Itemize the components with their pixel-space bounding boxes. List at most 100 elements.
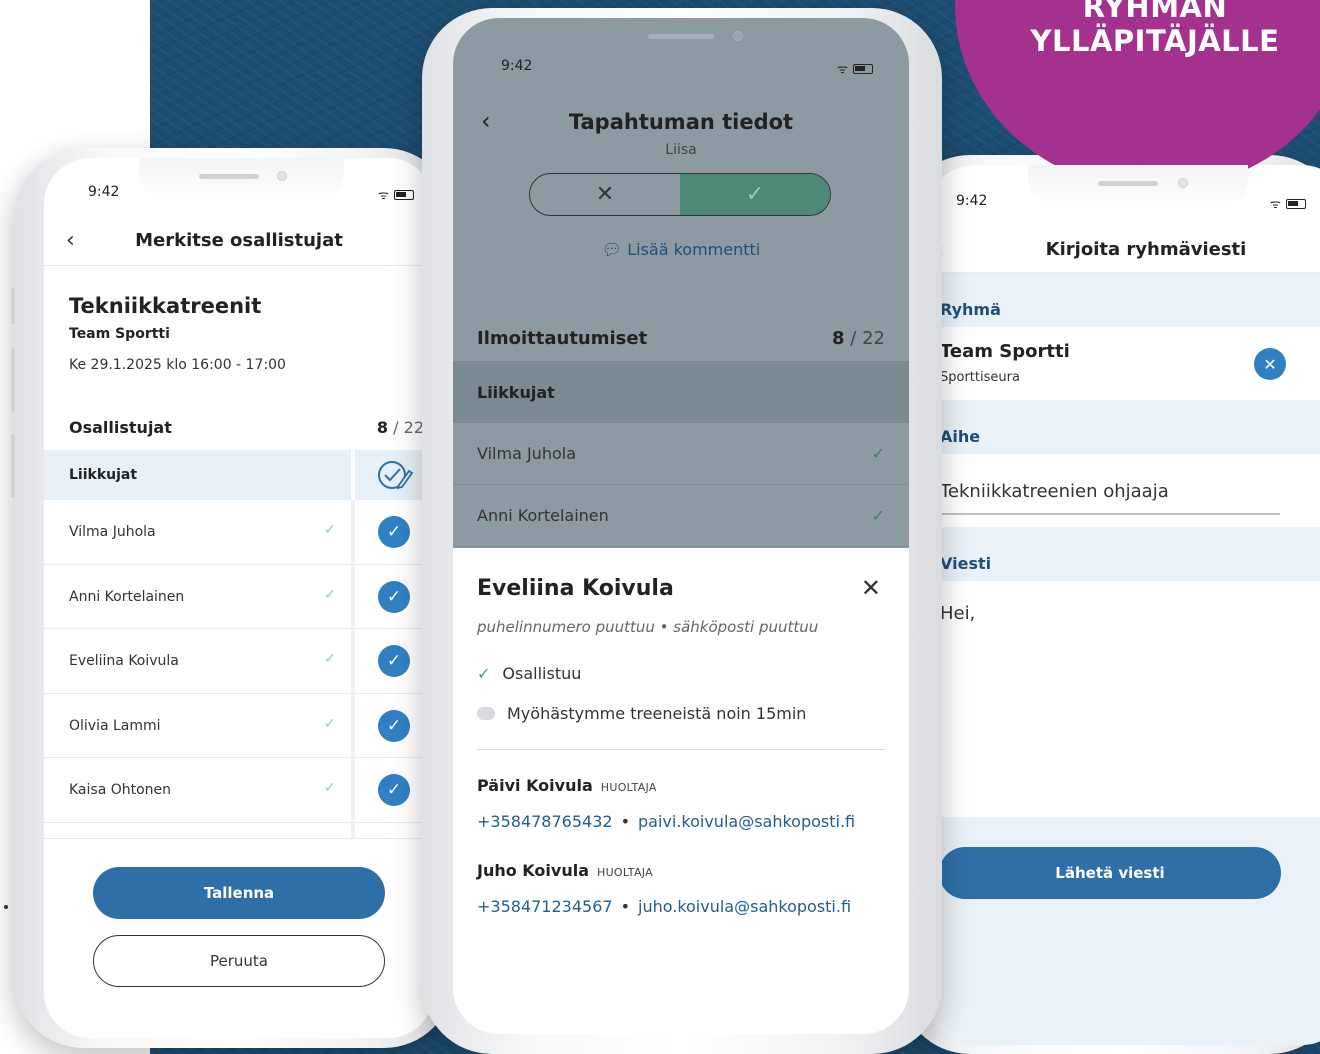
speaker — [1098, 181, 1158, 186]
member-name: Olivia Lammi — [69, 717, 161, 734]
close-icon[interactable]: ✕ — [861, 574, 881, 602]
checkbox-checked[interactable]: ✓ — [378, 580, 410, 613]
status-icons: ᯤ — [837, 60, 873, 77]
subject-section-label: Aihe — [928, 400, 1320, 454]
guardian-name: Päivi Koivula HUOLTAJA — [477, 776, 657, 795]
missing-info: puhelinnumero puuttuu • sähköposti puutt… — [477, 618, 819, 636]
cancel-button[interactable]: Peruuta — [93, 935, 385, 987]
group-subtitle: Sporttiseura — [940, 370, 1020, 385]
wifi-icon: ᯤ — [378, 188, 389, 202]
guardian-contact: +358471234567 • juho.koivula@sahkoposti.fi — [477, 897, 852, 916]
list-item[interactable]: Anni Kortelainen ✓ ✓ — [44, 564, 434, 629]
member-comment: Myöhästymme treeneistä noin 15min — [477, 704, 806, 723]
guardian-role: HUOLTAJA — [600, 781, 657, 794]
check-icon: ✓ — [324, 651, 336, 667]
close-icon[interactable]: ✕ — [530, 174, 680, 215]
badge-line-1: RYHMÄN — [1082, 0, 1228, 24]
registrations-header: Ilmoittautumiset 8 / 22 — [477, 328, 885, 349]
divider — [351, 500, 355, 564]
back-chevron-icon[interactable]: ‹ — [66, 228, 75, 253]
list-item[interactable]: Vilma Juhola ✓ ✓ — [44, 500, 434, 565]
check-icon: ✓ — [871, 506, 885, 525]
check-icon: ✓ — [324, 586, 336, 603]
send-message-button[interactable]: Lähetä viesti — [939, 847, 1281, 899]
list-item[interactable]: Olivia Lammi ✓ ✓ — [44, 693, 434, 758]
bullet-dot — [4, 905, 8, 909]
comment-icon — [477, 707, 495, 720]
check-icon[interactable]: ✓ — [680, 174, 830, 215]
group-row: Liikkujat — [44, 450, 351, 500]
remove-group-button[interactable]: ✕ — [1254, 348, 1286, 380]
list-item[interactable]: Eveliina Koivula ✓ ✓ — [44, 629, 434, 694]
page-title: Tapahtuman tiedot — [568, 110, 794, 134]
member-list: Vilma Juhola ✓ ✓ Anni Kortelainen ✓ ✓ Ev… — [44, 500, 434, 887]
phone-mark-attendance: 9:42 ᯤ ‹ Merkitse osallistujat Tekniikka… — [11, 148, 454, 1048]
list-item[interactable]: Anni Kortelainen ✓ — [453, 485, 909, 547]
member-name: Kaisa Ohtonen — [69, 782, 172, 798]
event-datetime: Ke 29.1.2025 klo 16:00 - 17:00 — [69, 357, 286, 373]
group-name: Team Sportti — [940, 341, 1070, 362]
checkbox-checked[interactable]: ✓ — [378, 774, 410, 806]
notch — [1028, 165, 1248, 209]
divider — [351, 693, 355, 757]
member-name: Anni Kortelainen — [477, 506, 609, 525]
side-button — [11, 434, 15, 498]
list-item[interactable]: Vilma Juhola ✓ — [453, 423, 909, 485]
badge-line-2: YLLÄPITÄJÄLLE — [1030, 24, 1280, 58]
check-icon: ✓ — [324, 522, 336, 538]
message-section-label: Viesti — [928, 527, 1320, 581]
event-team: Team Sportti — [69, 326, 170, 342]
status-icons: ᯤ — [1270, 195, 1306, 212]
battery-icon — [394, 189, 414, 200]
add-comment-link[interactable]: 💬︎ Lisää kommentti — [453, 240, 909, 259]
speaker — [648, 34, 714, 39]
comment-text: Myöhästymme treeneistä noin 15min — [507, 704, 807, 723]
status-icons: ᯤ — [378, 186, 414, 203]
participants-header: Osallistujat 8 / 22 — [69, 418, 424, 437]
side-button — [11, 288, 15, 324]
member-name-heading: Eveliina Koivula — [477, 576, 674, 601]
checkbox-checked[interactable]: ✓ — [378, 516, 410, 548]
divider — [351, 629, 355, 693]
camera — [1178, 178, 1188, 188]
event-title: Tekniikkatreenit — [69, 294, 262, 318]
notch — [139, 158, 344, 202]
checkbox-checked[interactable]: ✓ — [378, 709, 410, 742]
side-button — [11, 348, 15, 412]
subject-input[interactable]: Tekniikkatreenien ohjaaja — [940, 481, 1169, 502]
guardian-role: HUOLTAJA — [597, 866, 653, 879]
dimmed-background: ‹ Tapahtuman tiedot Liisa ✕ ✓ 💬︎ Lisää k… — [453, 18, 909, 548]
phone-link[interactable]: +358471234567 — [477, 897, 613, 916]
screen: 9:42 ᯤ ‹ Merkitse osallistujat Tekniikka… — [44, 158, 434, 1038]
page-title: Merkitse osallistujat — [135, 230, 343, 251]
phone-event-details: ‹ Tapahtuman tiedot Liisa ✕ ✓ 💬︎ Lisää k… — [422, 8, 942, 1054]
battery-icon — [1286, 198, 1306, 209]
save-button[interactable]: Tallenna — [93, 867, 385, 919]
header: ‹ Merkitse osallistujat — [44, 216, 434, 266]
guardian-contact: +358478765432 • paivi.koivula@sahkoposti.f… — [477, 812, 856, 831]
list-item[interactable]: Kaisa Ohtonen ✓ ✓ — [44, 758, 434, 823]
check-icon: ✓ — [324, 715, 336, 732]
registration-count: 8 / 22 — [832, 328, 885, 349]
message-textarea[interactable]: Hei, — [940, 603, 975, 624]
email-link[interactable]: paivi.koivula@sahkoposti.fi — [638, 812, 855, 831]
member-name: Eveliina Koivula — [69, 653, 179, 669]
comment-icon: 💬︎ — [601, 240, 628, 259]
check-icon: ✓ — [477, 664, 491, 683]
phone-group-message: 9:42 ᯤ ‹ Kirjoita ryhmäviesti Ryhmä Team… — [900, 155, 1320, 1054]
status-text: Osallistuu — [502, 664, 582, 683]
header: ‹ Kirjoita ryhmäviesti — [928, 227, 1320, 273]
member-name: Vilma Juhola — [69, 524, 156, 540]
attendance-toggle[interactable]: ✕ ✓ — [529, 173, 831, 216]
divider — [477, 749, 885, 750]
input-underline — [940, 513, 1280, 515]
phone-link[interactable]: +358478765432 — [477, 812, 613, 831]
status-time: 9:42 — [88, 184, 120, 200]
camera — [277, 171, 287, 181]
email-link[interactable]: juho.koivula@sahkoposti.fi — [638, 897, 851, 916]
group-row: Liikkujat — [453, 361, 909, 423]
checkbox-checked[interactable]: ✓ — [378, 645, 410, 677]
participant-count: 8 / 22 — [376, 418, 424, 437]
check-icon: ✓ — [871, 444, 885, 463]
promo-stage: 9:42 ᯤ ‹ Merkitse osallistujat Tekniikka… — [0, 0, 1320, 1054]
